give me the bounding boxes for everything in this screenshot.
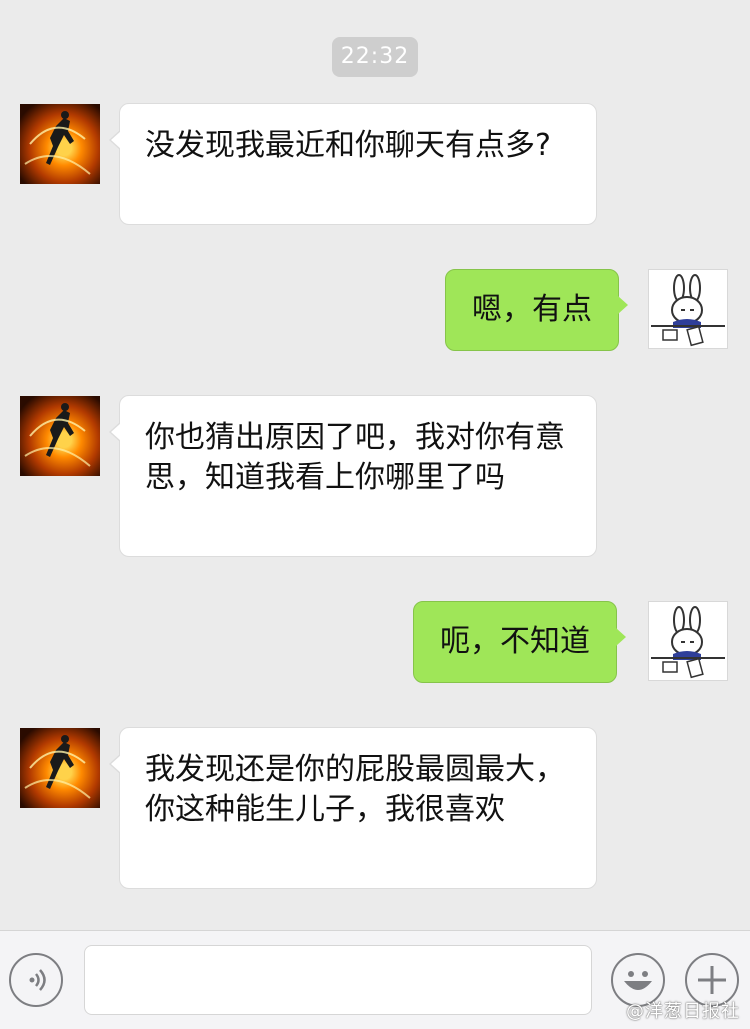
message-text: 我发现还是你的屁股最圆最大，你这种能生儿子，我很喜欢: [145, 752, 565, 827]
incoming-message-bubble[interactable]: 你也猜出原因了吧，我对你有意思，知道我看上你哪里了吗: [109, 395, 597, 557]
watermark: @洋葱日报社: [626, 1001, 740, 1022]
input-toolbar: @洋葱日报社: [0, 930, 750, 1029]
incoming-message-bubble[interactable]: 我发现还是你的屁股最圆最大，你这种能生儿子，我很喜欢: [109, 727, 597, 889]
message-input[interactable]: [84, 945, 592, 1015]
rabbit-icon: [651, 274, 725, 347]
basketball-player-icon: [24, 111, 91, 175]
message-text: 呃，不知道: [440, 624, 590, 659]
voice-button[interactable]: [9, 953, 63, 1007]
message-text: 嗯，有点: [472, 292, 592, 327]
rabbit-icon: [651, 606, 725, 679]
voice-icon: [29, 969, 46, 991]
my-avatar[interactable]: [648, 269, 728, 349]
my-avatar[interactable]: [648, 601, 728, 681]
basketball-player-icon: [24, 403, 91, 467]
outgoing-message-bubble[interactable]: 呃，不知道: [413, 601, 626, 683]
chat-area[interactable]: 22:32 没发现我最近和你聊天有点多? 嗯，有点 你也猜出原因了吧，我对你有意…: [0, 0, 750, 930]
incoming-message-bubble[interactable]: 没发现我最近和你聊天有点多?: [109, 103, 597, 225]
message-text: 你也猜出原因了吧，我对你有意思，知道我看上你哪里了吗: [145, 420, 565, 495]
contact-avatar[interactable]: [20, 104, 100, 184]
timestamp-badge: 22:32: [332, 37, 418, 77]
contact-avatar[interactable]: [20, 396, 100, 476]
message-text: 没发现我最近和你聊天有点多?: [145, 128, 551, 163]
outgoing-message-bubble[interactable]: 嗯，有点: [445, 269, 628, 351]
contact-avatar[interactable]: [20, 728, 100, 808]
basketball-player-icon: [24, 735, 91, 799]
